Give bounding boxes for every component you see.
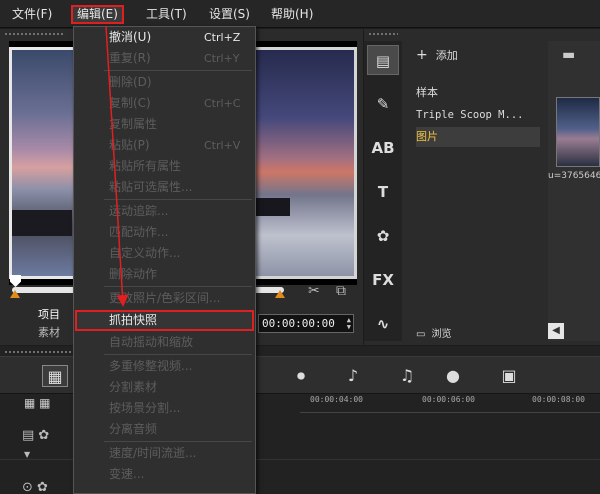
menu-tools[interactable]: 工具(T) [146, 5, 187, 24]
add-folder-label: 添加 [435, 49, 458, 62]
menu-separator [104, 199, 252, 200]
timeline-view-icon[interactable]: ▦ [42, 365, 68, 387]
library-toolbar: ▤ ✎ AB T ✿ FX ∿ [364, 41, 402, 341]
filter-fx-icon[interactable]: FX [367, 265, 399, 295]
record-capture-icon[interactable]: ⏺ [288, 365, 314, 387]
menu-item-paste-all-attributes[interactable]: 粘贴所有属性 [75, 156, 254, 177]
browse-label: 浏览 [431, 329, 452, 340]
menu-item-match-motion[interactable]: 匹配动作... [75, 222, 254, 243]
subtitle-icon[interactable]: ▣ [496, 365, 522, 387]
ruler-tick: 00:00:08:00 [532, 395, 585, 404]
menu-item-paste-selected-attributes[interactable]: 粘贴可选属性... [75, 177, 254, 198]
library-grip[interactable] [368, 32, 398, 36]
menu-item-multi-trim[interactable]: 多重修整视频... [75, 356, 254, 377]
menu-item-paste[interactable]: 粘贴(P) Ctrl+V [75, 135, 254, 156]
menubar: 文件(F) 编辑(E) 工具(T) 设置(S) 帮助(H) [0, 0, 600, 28]
browse-icon: ▭ [416, 329, 426, 340]
undo-label: 撤消(U) [109, 30, 152, 44]
scroll-left-icon[interactable]: ◀ [548, 323, 564, 339]
motion-icon[interactable]: ● [440, 365, 466, 387]
folder-triple-scoop[interactable]: Triple Scoop M... [416, 105, 540, 125]
menu-item-motion-tracking[interactable]: 运动追踪... [75, 201, 254, 222]
enlarge-icon[interactable]: ⧉ [336, 283, 346, 299]
copy-shortcut: Ctrl+C [204, 97, 241, 110]
ruler-tick: 00:00:06:00 [422, 395, 475, 404]
menu-edit[interactable]: 编辑(E) [71, 5, 124, 24]
menu-item-redo[interactable]: 重复(R) Ctrl+Y [75, 48, 254, 69]
timeline-grip[interactable] [4, 350, 74, 354]
ruler-tick: 00:00:04:00 [310, 395, 363, 404]
split-scissors-icon[interactable]: ✂ [308, 283, 320, 299]
menu-item-variable-speed[interactable]: 变速... [75, 464, 254, 485]
clip-mode-label[interactable]: 素材 [38, 324, 60, 340]
menu-separator [104, 286, 252, 287]
transition-icon[interactable]: AB [367, 133, 399, 163]
copy-label: 复制(C) [109, 96, 151, 110]
menu-file[interactable]: 文件(F) [12, 5, 52, 24]
menu-separator [104, 70, 252, 71]
thumbnail-caption: u=3765646 [548, 171, 600, 181]
browse-button[interactable]: ▭ 浏览 [416, 325, 451, 340]
library-panel: ▤ ✎ AB T ✿ FX ∿ + 添加 样本 Triple Scoop M...… [364, 29, 600, 345]
chevron-down-icon[interactable]: ▼ [24, 450, 30, 459]
mark-out-marker[interactable] [275, 290, 285, 298]
media-thumbnail[interactable] [556, 97, 600, 167]
timecode-field[interactable]: 00:00:00:00 ▲ ▼ [258, 314, 354, 333]
menu-item-change-duration[interactable]: 更改照片/色彩区间... [75, 288, 254, 309]
menu-item-copy[interactable]: 复制(C) Ctrl+C [75, 93, 254, 114]
menu-separator [104, 354, 252, 355]
graphic-icon[interactable]: ✿ [367, 221, 399, 251]
folder-pictures[interactable]: 图片 [416, 127, 540, 147]
timecode-spinner-icon[interactable]: ▲ ▼ [347, 317, 351, 331]
edit-menu: 撤消(U) Ctrl+Z 重复(R) Ctrl+Y 删除(D) 复制(C) Ctrl+… [73, 26, 256, 494]
video-track-icon: ▤ ✿ [22, 428, 50, 443]
undo-shortcut: Ctrl+Z [204, 31, 241, 44]
menu-item-split-clip[interactable]: 分割素材 [75, 377, 254, 398]
menu-item-snapshot[interactable]: 抓拍快照 [75, 310, 254, 331]
folder-icon[interactable]: ▬ [562, 47, 575, 63]
project-mode-label[interactable]: 项目 [38, 306, 60, 322]
path-icon[interactable]: ∿ [367, 309, 399, 339]
pier-shape [12, 210, 72, 236]
menu-item-remove-motion[interactable]: 删除动作 [75, 264, 254, 285]
paste-shortcut: Ctrl+V [204, 139, 241, 152]
instant-project-icon[interactable]: ✎ [367, 89, 399, 119]
timeline-ruler[interactable]: 00:00:04:00 00:00:06:00 00:00:08:00 [300, 395, 600, 413]
timecode-value: 00:00:00:00 [262, 317, 335, 330]
redo-label: 重复(R) [109, 51, 151, 65]
menu-separator [104, 441, 252, 442]
scrub-handle[interactable] [10, 275, 21, 287]
menu-item-customize-motion[interactable]: 自定义动作... [75, 243, 254, 264]
audio-mixer-icon[interactable]: ♪ [340, 365, 366, 387]
track-manager-icon[interactable]: ▦ ▦ [24, 396, 51, 410]
media-icon[interactable]: ▤ [367, 45, 399, 75]
redo-shortcut: Ctrl+Y [204, 52, 240, 65]
menu-item-split-by-scene[interactable]: 按场景分割... [75, 398, 254, 419]
plus-icon: + [416, 47, 428, 63]
menu-item-undo[interactable]: 撤消(U) Ctrl+Z [75, 27, 254, 48]
menu-item-delete[interactable]: 删除(D) [75, 72, 254, 93]
library-folder-list: + 添加 样本 Triple Scoop M... 图片 ▭ 浏览 [408, 41, 548, 341]
panel-grip[interactable] [4, 32, 64, 36]
library-thumbnail-area: ▬ u=3765646 ◀ [548, 41, 600, 341]
menu-settings[interactable]: 设置(S) [209, 5, 250, 24]
menu-item-split-audio[interactable]: 分离音频 [75, 419, 254, 440]
mark-in-marker[interactable] [10, 290, 20, 298]
menu-item-copy-attributes[interactable]: 复制属性 [75, 114, 254, 135]
menu-item-auto-pan-zoom[interactable]: 自动摇动和缩放 [75, 332, 254, 353]
folder-sample[interactable]: 样本 [416, 83, 540, 103]
title-icon[interactable]: T [367, 177, 399, 207]
paste-label: 粘贴(P) [109, 138, 150, 152]
overlay-track-icon: ⊙ ✿ [22, 480, 48, 494]
menu-help[interactable]: 帮助(H) [271, 5, 313, 24]
menu-item-speed-time-lapse[interactable]: 速度/时间流逝... [75, 443, 254, 464]
auto-music-icon[interactable]: ♫ [394, 365, 420, 387]
add-folder-button[interactable]: + 添加 [416, 47, 458, 63]
